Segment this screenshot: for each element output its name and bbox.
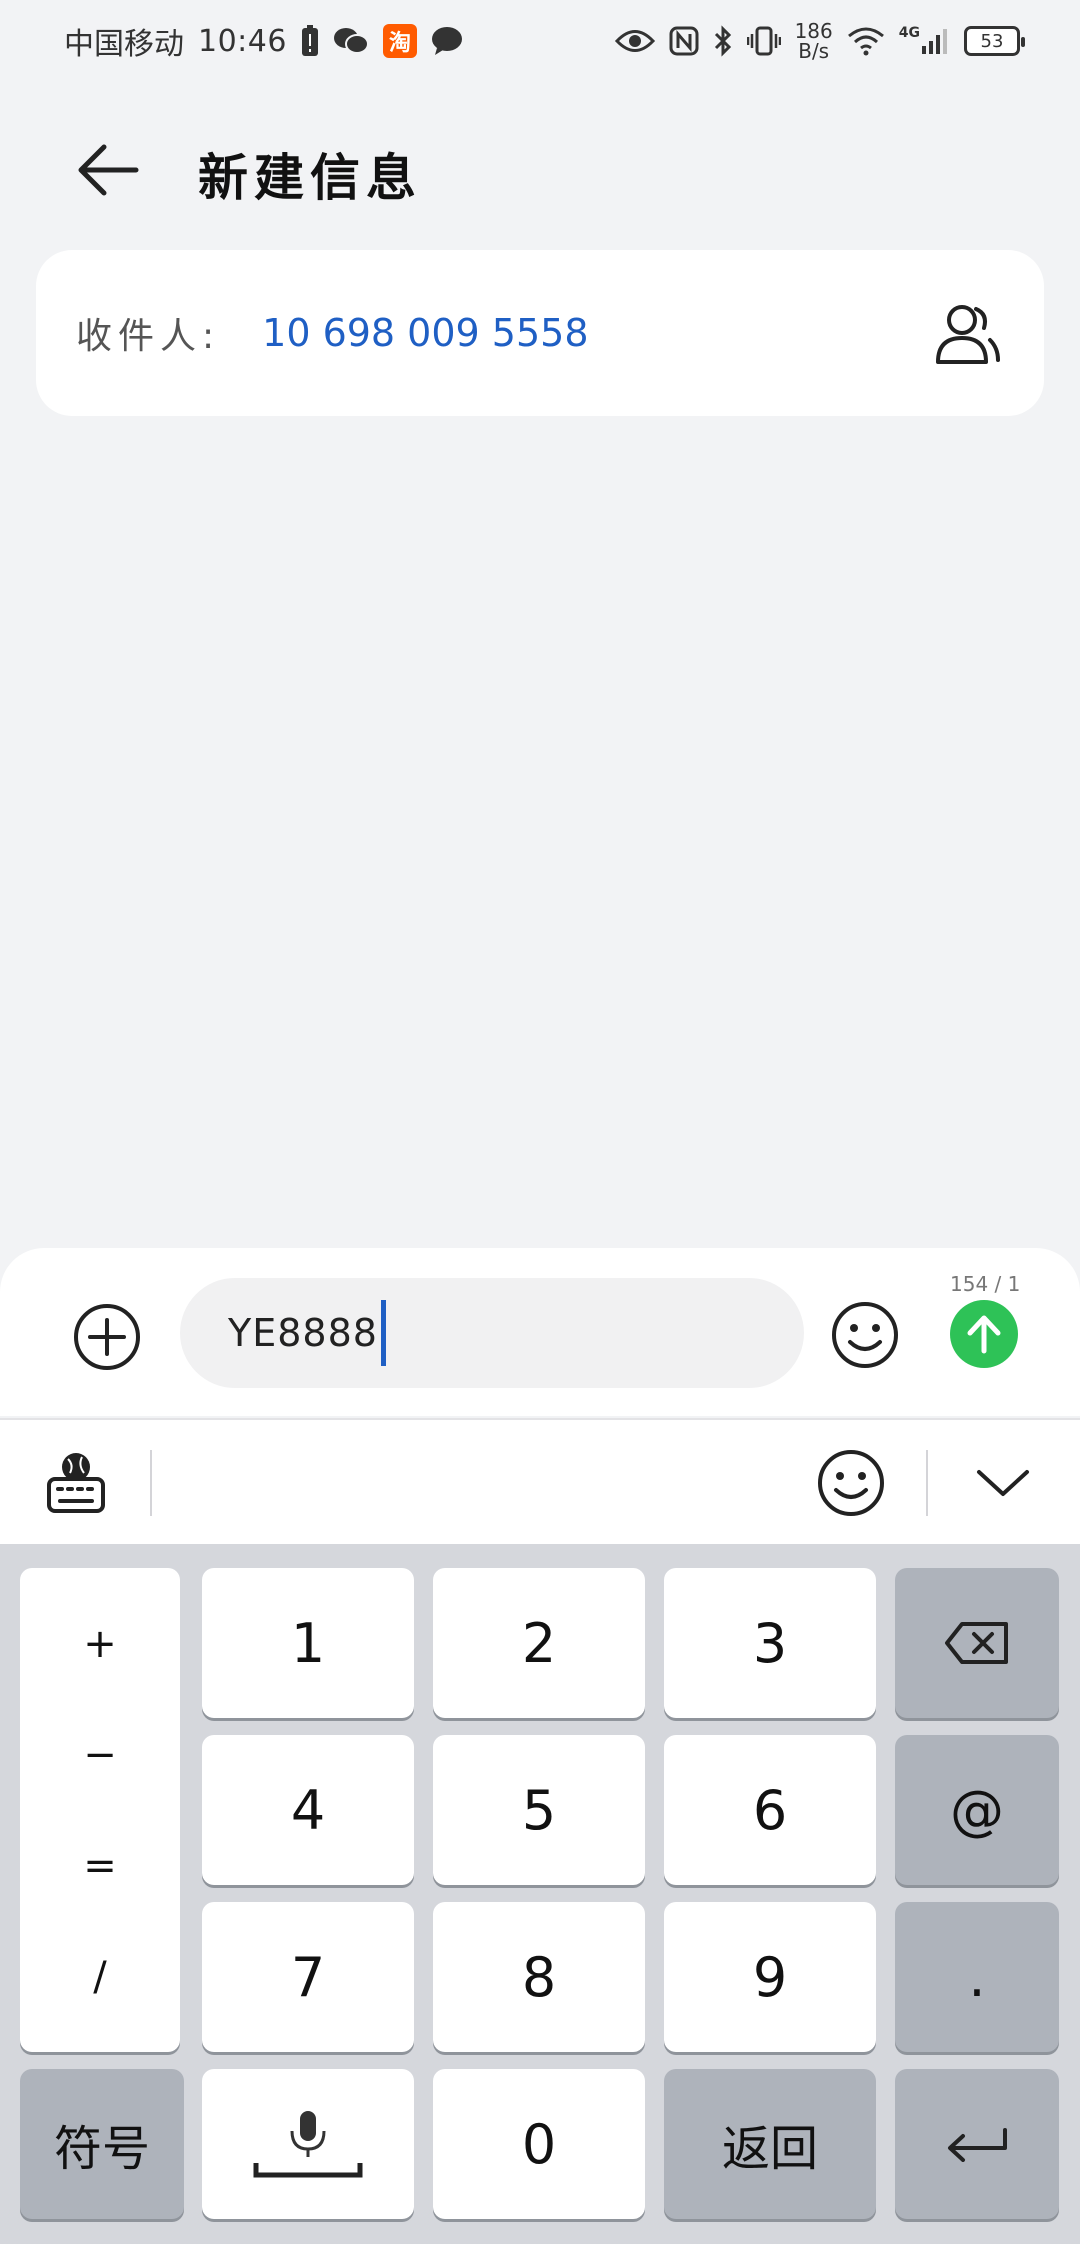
add-attachment-button[interactable]: [70, 1300, 144, 1374]
vibrate-icon: [746, 26, 781, 56]
symbol-equals-key[interactable]: =: [83, 1843, 117, 1889]
enter-icon: [948, 2128, 1007, 2162]
message-bubble-icon: [431, 26, 463, 56]
compose-bar: YE8888 154 / 1: [0, 1248, 1080, 1416]
microphone-icon: [253, 2111, 363, 2178]
recipient-card[interactable]: 收件人: 10 698 009 5558: [36, 250, 1044, 416]
key-2[interactable]: 2: [433, 1568, 645, 1718]
status-bar-right: 186 B/s 4G 53: [614, 21, 1025, 61]
arrow-up-icon: [967, 1315, 1001, 1354]
voice-space-key[interactable]: [202, 2069, 414, 2219]
chevron-down-icon: [977, 1470, 1029, 1496]
key-3[interactable]: 3: [664, 1568, 876, 1718]
character-counter: 154 / 1: [950, 1272, 1021, 1296]
app-header: 新建信息: [0, 110, 1080, 230]
contacts-button[interactable]: [928, 294, 1008, 374]
status-bar-left: 中国移动 10:46 淘: [64, 19, 463, 63]
keyboard-emoji-button[interactable]: [814, 1446, 888, 1520]
cellular-signal: 4G: [899, 26, 950, 56]
symbol-minus-key[interactable]: −: [83, 1732, 117, 1778]
battery-alert-icon: [301, 25, 319, 57]
network-speed-value: 186: [794, 19, 833, 43]
key-9[interactable]: 9: [664, 1902, 876, 2052]
backspace-icon: [945, 1622, 1008, 1664]
sms-compose-screen: 中国移动 10:46 淘 186 B/s 4G 53 新建信息 收件人: 10 …: [0, 0, 1080, 2244]
plus-circle-icon: [74, 1304, 140, 1370]
arrow-left-icon: [78, 144, 139, 196]
symbols-key[interactable]: 符号: [20, 2069, 184, 2219]
page-title: 新建信息: [198, 148, 422, 207]
key-0[interactable]: 0: [433, 2069, 645, 2219]
send-button[interactable]: [950, 1300, 1018, 1368]
network-speed-unit: B/s: [798, 39, 830, 63]
taobao-icon: 淘: [382, 24, 417, 58]
carrier-name: 中国移动: [64, 27, 184, 62]
smiley-icon: [818, 1450, 884, 1516]
message-input[interactable]: YE8888: [180, 1278, 804, 1388]
key-5[interactable]: 5: [433, 1735, 645, 1885]
enter-key[interactable]: [895, 2069, 1059, 2219]
key-6[interactable]: 6: [664, 1735, 876, 1885]
nfc-icon: [669, 26, 699, 56]
dot-key[interactable]: .: [895, 1902, 1059, 2052]
network-speed: 186 B/s: [795, 21, 833, 61]
contacts-icon: [936, 305, 1000, 364]
symbol-plus-key[interactable]: +: [83, 1621, 117, 1667]
back-button[interactable]: [70, 132, 146, 208]
numeric-keypad: + − = / 1 2 3 4 5 6 @ 7 8 9 . 符号 0 返回: [0, 1544, 1080, 2244]
emoji-button[interactable]: [828, 1298, 902, 1372]
wifi-icon: [847, 26, 885, 56]
eye-icon: [614, 28, 655, 54]
keyboard-toolbar: [0, 1418, 1080, 1544]
battery-indicator: 53: [964, 26, 1025, 56]
symbols-column[interactable]: + − = /: [20, 1568, 180, 2052]
keyboard-globe-icon: [47, 1453, 105, 1513]
smiley-icon: [832, 1302, 898, 1368]
key-7[interactable]: 7: [202, 1902, 414, 2052]
toolbar-divider: [926, 1450, 928, 1516]
bluetooth-icon: [713, 25, 733, 57]
signal-bars-icon: [922, 29, 947, 54]
keyboard-collapse-button[interactable]: [972, 1458, 1034, 1508]
text-cursor: [380, 1300, 386, 1366]
symbol-slash-key[interactable]: /: [93, 1954, 106, 2000]
return-key[interactable]: 返回: [664, 2069, 876, 2219]
key-1[interactable]: 1: [202, 1568, 414, 1718]
wechat-icon: [333, 26, 369, 56]
clock: 10:46: [198, 23, 287, 59]
network-type: 4G: [898, 25, 920, 41]
key-4[interactable]: 4: [202, 1735, 414, 1885]
at-key[interactable]: @: [895, 1735, 1059, 1885]
recipient-number[interactable]: 10 698 009 5558: [262, 311, 588, 355]
key-8[interactable]: 8: [433, 1902, 645, 2052]
status-bar: 中国移动 10:46 淘 186 B/s 4G 53: [0, 0, 1080, 82]
toolbar-divider: [150, 1450, 152, 1516]
message-text: YE8888: [228, 1311, 378, 1355]
keyboard-language-button[interactable]: [44, 1450, 108, 1516]
backspace-key[interactable]: [895, 1568, 1059, 1718]
recipient-label: 收件人:: [76, 316, 221, 357]
